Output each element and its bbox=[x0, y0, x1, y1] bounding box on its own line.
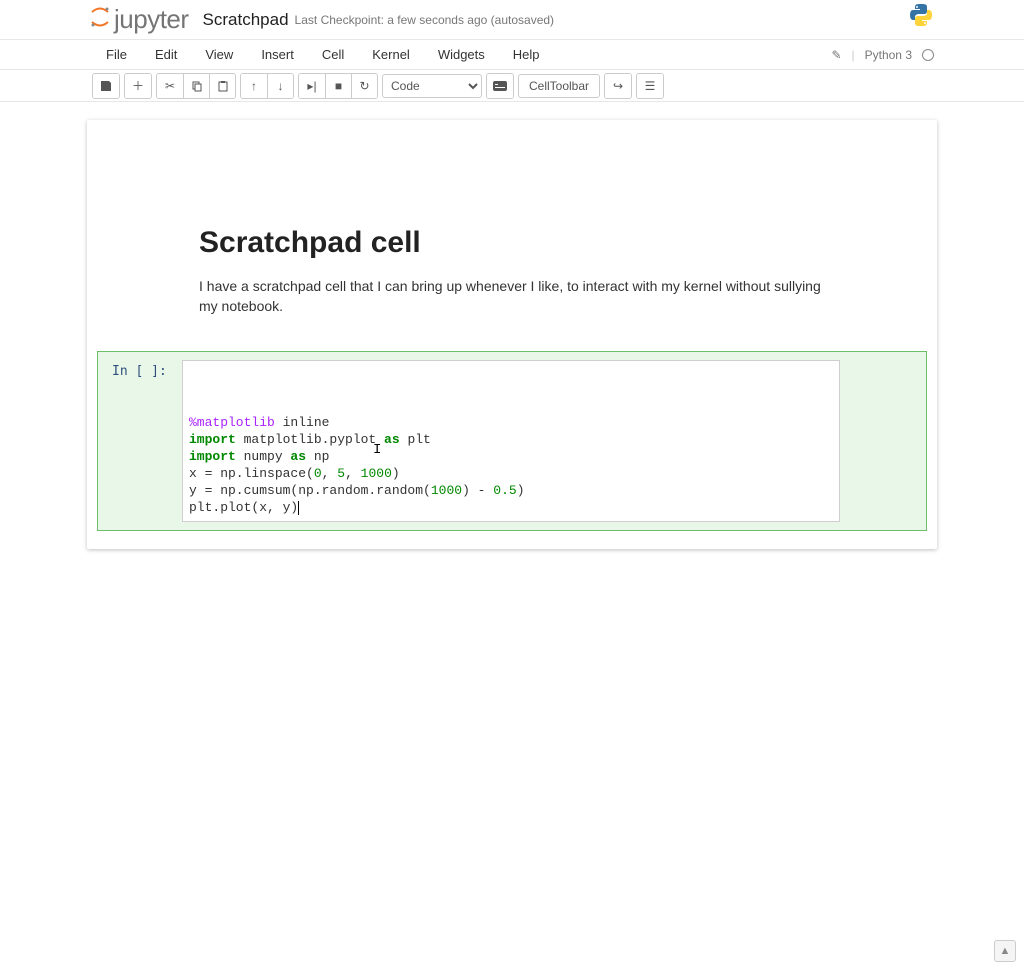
menu-insert[interactable]: Insert bbox=[247, 41, 308, 68]
menubar: File Edit View Insert Cell Kernel Widget… bbox=[0, 40, 1024, 70]
list-button[interactable]: ☰ bbox=[637, 74, 663, 98]
menu-widgets[interactable]: Widgets bbox=[424, 41, 499, 68]
checkpoint-status: Last Checkpoint: a few seconds ago (auto… bbox=[295, 13, 555, 27]
celltoolbar-button[interactable]: CellToolbar bbox=[518, 74, 600, 98]
add-cell-button[interactable]: ＋ bbox=[125, 74, 151, 98]
kernel-indicator-icon[interactable] bbox=[922, 49, 934, 61]
toolbar: ＋ ✂ ↑ ↓ ▸| ■ ↻ Code CellToolbar ↪ ☰ bbox=[0, 70, 1024, 102]
move-up-button[interactable]: ↑ bbox=[241, 74, 267, 98]
command-palette-button[interactable] bbox=[487, 74, 513, 98]
notebook-container: Scratchpad cell I have a scratchpad cell… bbox=[87, 120, 937, 549]
menu-view[interactable]: View bbox=[191, 41, 247, 68]
menu-cell[interactable]: Cell bbox=[308, 41, 358, 68]
header-bar: jupyter Scratchpad Last Checkpoint: a fe… bbox=[0, 0, 1024, 40]
restart-button[interactable]: ↻ bbox=[351, 74, 377, 98]
code-cell[interactable]: In [ ]: I %matplotlib inlineimport matpl… bbox=[97, 351, 927, 531]
menu-file[interactable]: File bbox=[92, 41, 141, 68]
menu-kernel[interactable]: Kernel bbox=[358, 41, 424, 68]
edit-icon[interactable]: ✎ bbox=[831, 48, 841, 62]
markdown-title: Scratchpad cell bbox=[199, 226, 825, 260]
copy-button[interactable] bbox=[183, 74, 209, 98]
input-prompt: In [ ]: bbox=[112, 360, 182, 379]
run-button[interactable]: ▸| bbox=[299, 74, 325, 98]
save-button[interactable] bbox=[93, 74, 119, 98]
markdown-body: I have a scratchpad cell that I can brin… bbox=[199, 276, 825, 317]
cell-type-select[interactable]: Code bbox=[382, 74, 482, 98]
jupyter-icon bbox=[90, 4, 110, 35]
kernel-name[interactable]: Python 3 bbox=[865, 48, 912, 62]
move-down-button[interactable]: ↓ bbox=[267, 74, 293, 98]
text-cursor-icon: I bbox=[373, 441, 381, 459]
menu-edit[interactable]: Edit bbox=[141, 41, 191, 68]
interrupt-button[interactable]: ■ bbox=[325, 74, 351, 98]
jupyter-logo[interactable]: jupyter bbox=[90, 4, 189, 35]
notebook-name[interactable]: Scratchpad bbox=[203, 10, 289, 30]
share-button[interactable]: ↪ bbox=[605, 74, 631, 98]
code-input[interactable]: I %matplotlib inlineimport matplotlib.py… bbox=[182, 360, 840, 522]
cut-button[interactable]: ✂ bbox=[157, 74, 183, 98]
paste-button[interactable] bbox=[209, 74, 235, 98]
scratchpad-toggle-button[interactable]: ▲ bbox=[994, 940, 1016, 962]
python-logo-icon bbox=[908, 2, 934, 31]
logo-text: jupyter bbox=[114, 4, 189, 35]
markdown-cell[interactable]: Scratchpad cell I have a scratchpad cell… bbox=[91, 126, 933, 337]
menu-help[interactable]: Help bbox=[499, 41, 554, 68]
